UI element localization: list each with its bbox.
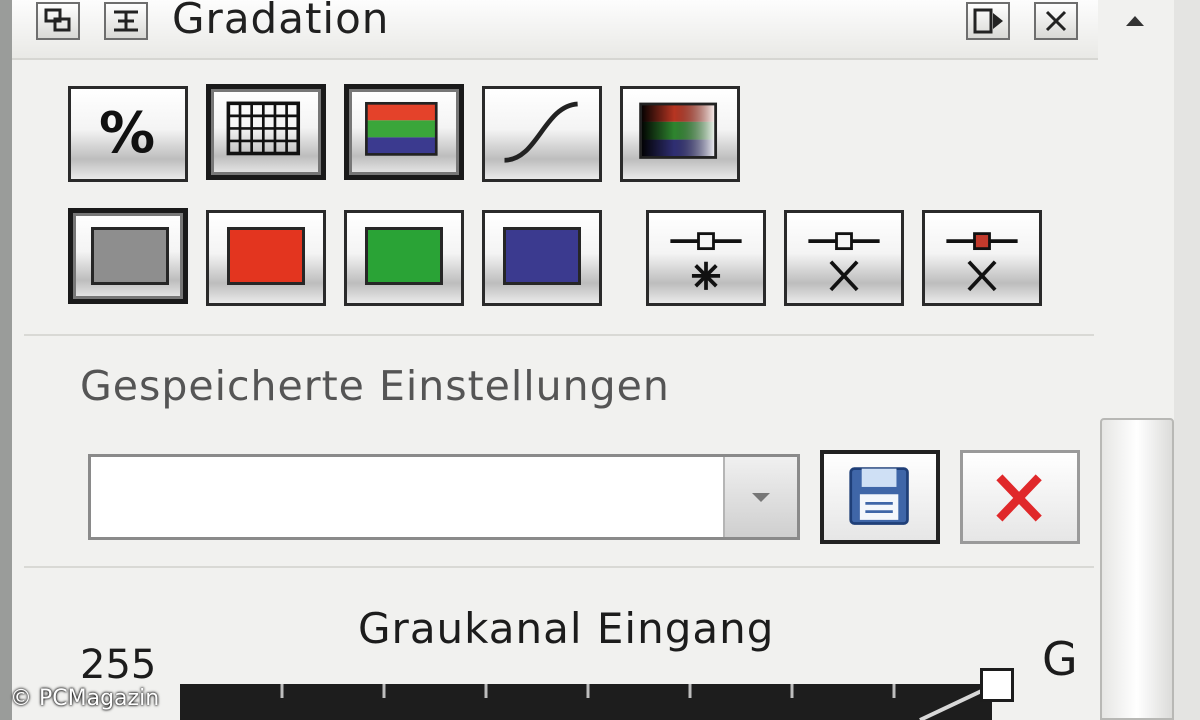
gradient-icon <box>639 102 718 159</box>
rgb-bars-icon <box>365 101 438 156</box>
panel-menu-icon <box>973 8 1003 34</box>
panel-menu-button[interactable] <box>966 2 1010 40</box>
gray-channel-button[interactable] <box>68 208 188 304</box>
remove-point-icon <box>808 232 880 292</box>
panel-title: Gradation <box>172 0 390 43</box>
curve-mode-button[interactable] <box>482 86 602 182</box>
delete-settings-button[interactable] <box>960 450 1080 544</box>
percent-button[interactable]: % <box>68 86 188 182</box>
curve-title: Graukanal Eingang <box>358 604 775 653</box>
remove-selected-point-icon <box>946 232 1018 292</box>
channel-label: G <box>1042 632 1078 686</box>
gray-channel-swatch <box>91 227 169 285</box>
collapse-up-icon <box>1126 16 1144 26</box>
floppy-disk-icon <box>849 467 909 525</box>
green-channel-swatch <box>365 227 443 285</box>
window-frame-left <box>0 0 12 720</box>
rgb-overlay-button[interactable] <box>344 84 464 180</box>
percent-label: % <box>99 101 156 166</box>
dock-icon <box>114 10 138 32</box>
color-gradient-button[interactable] <box>620 86 740 182</box>
gradation-curve-canvas[interactable] <box>180 684 992 720</box>
saved-settings-combo[interactable] <box>88 454 800 540</box>
combo-dropdown-arrow[interactable] <box>723 457 797 537</box>
save-settings-button[interactable] <box>820 450 940 544</box>
restore-button[interactable] <box>36 2 80 40</box>
remove-selected-point-button[interactable] <box>922 210 1042 306</box>
grid-icon <box>226 101 301 156</box>
delete-x-icon <box>996 474 1042 522</box>
add-point-icon <box>670 232 742 290</box>
saved-settings-label: Gespeicherte Einstellungen <box>80 362 670 410</box>
green-channel-button[interactable] <box>344 210 464 306</box>
panel-scrollbar-thumb[interactable] <box>1100 418 1174 720</box>
blue-channel-button[interactable] <box>482 210 602 306</box>
watermark: © PCMagazin <box>10 686 160 711</box>
curve-endpoint-handle[interactable] <box>980 668 1014 702</box>
panel-close-icon <box>1045 10 1067 32</box>
red-channel-button[interactable] <box>206 210 326 306</box>
panel-close-button[interactable] <box>1034 2 1078 40</box>
remove-point-button[interactable] <box>784 210 904 306</box>
section-divider <box>24 334 1094 336</box>
section-divider-2 <box>24 566 1094 568</box>
s-curve-icon <box>504 101 578 163</box>
curve-grid <box>280 684 992 720</box>
grid-toggle-button[interactable] <box>206 84 326 180</box>
y-axis-max-label: 255 <box>80 642 157 688</box>
blue-channel-swatch <box>503 227 581 285</box>
red-channel-swatch <box>227 227 305 285</box>
collapse-button[interactable] <box>1120 6 1150 36</box>
add-point-button[interactable] <box>646 210 766 306</box>
panel-right-edge <box>1174 0 1200 720</box>
dock-button[interactable] <box>104 2 148 40</box>
restore-icon <box>44 8 71 32</box>
